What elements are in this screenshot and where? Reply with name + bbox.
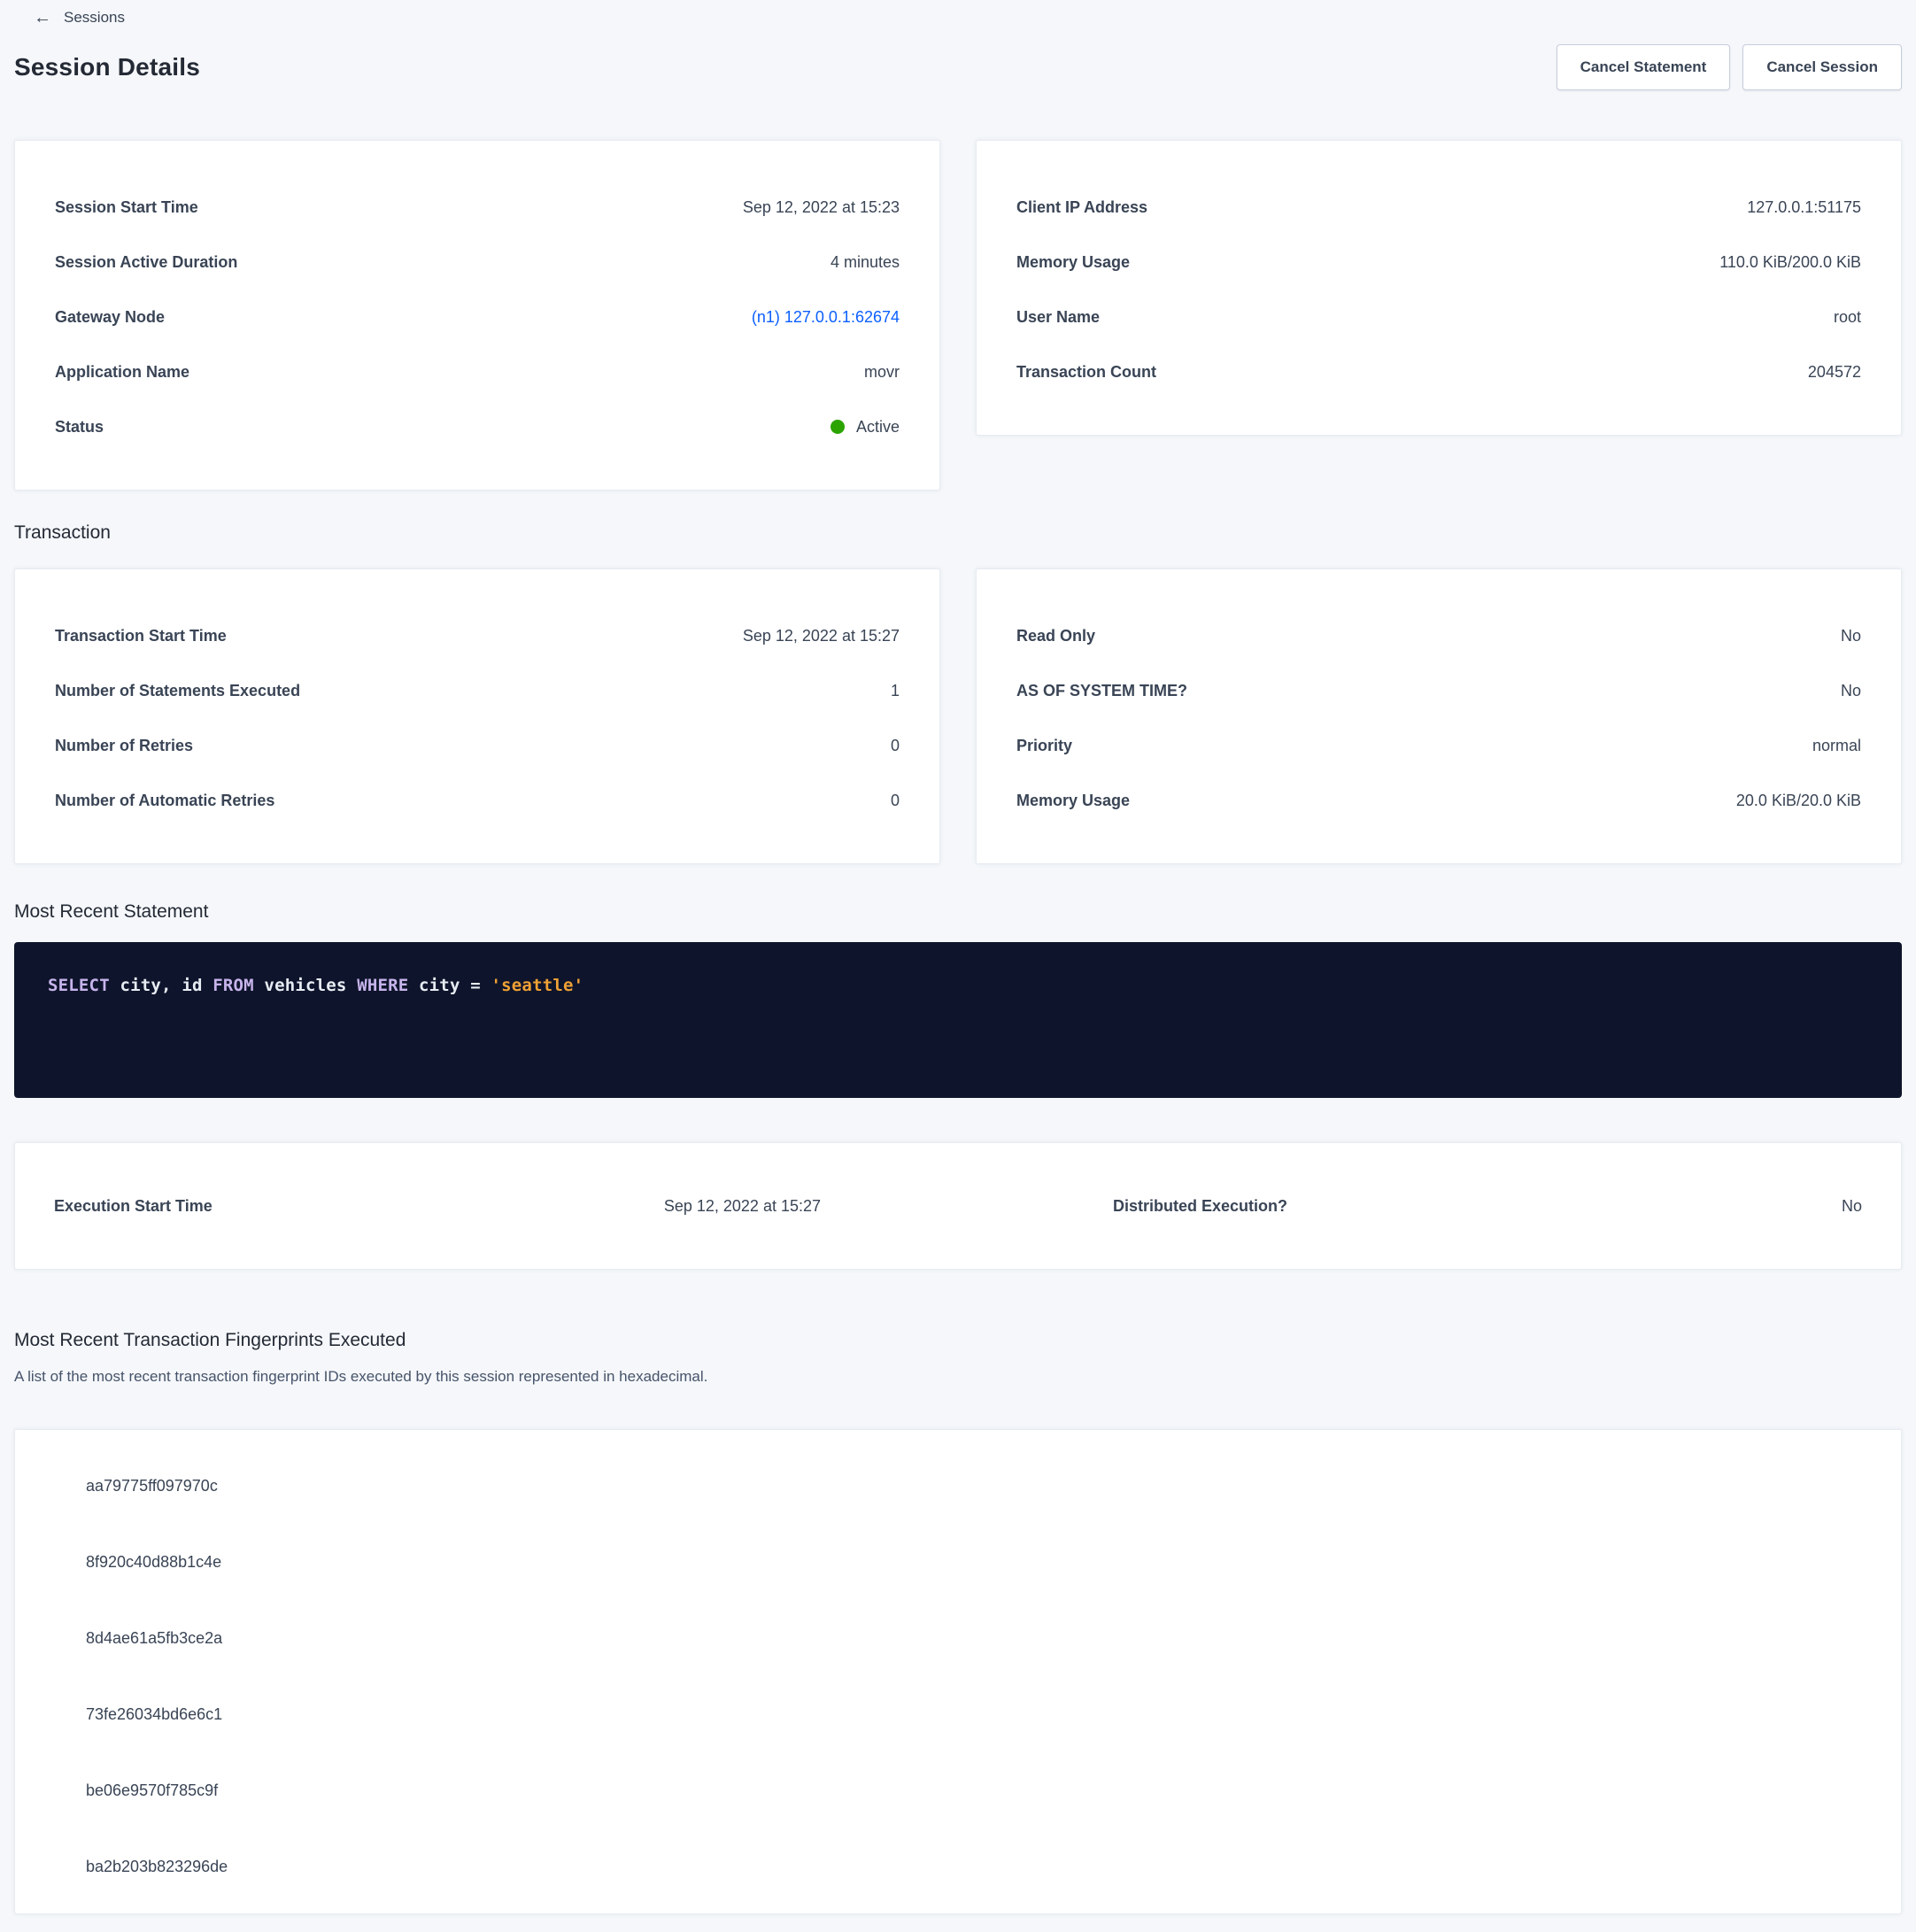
row-label: Client IP Address [1016,198,1147,217]
transaction-meta-card: Read Only No AS OF SYSTEM TIME? No Prior… [976,568,1902,864]
row-label: Session Start Time [55,198,198,217]
gateway-node-link[interactable]: (n1) 127.0.0.1:62674 [752,308,900,327]
page-title: Session Details [14,53,200,81]
table-row: AS OF SYSTEM TIME? No [1016,663,1861,718]
sql-keyword: WHERE [357,976,408,995]
sql-statement-box: SELECT city, id FROM vehicles WHERE city… [14,942,1902,1098]
row-value: Sep 12, 2022 at 15:27 [743,627,900,645]
list-item: 8f920c40d88b1c4e [15,1524,1901,1600]
row-value: 204572 [1808,363,1861,382]
list-item: aa79775ff097970c [15,1448,1901,1524]
sql-string-literal: 'seattle' [491,976,584,995]
row-value: 1 [891,682,900,700]
row-value: No [1841,627,1861,645]
row-label: Gateway Node [55,308,165,327]
table-row: Application Name movr [55,344,900,399]
table-row: Status Active [55,399,900,454]
row-value: 127.0.0.1:51175 [1747,198,1861,217]
fingerprints-description: A list of the most recent transaction fi… [14,1367,1902,1387]
most-recent-statement-heading: Most Recent Statement [14,900,1902,924]
table-row: Number of Statements Executed 1 [55,663,900,718]
sql-text: city = [408,976,491,995]
row-label: Transaction Start Time [55,627,227,645]
table-row: Gateway Node (n1) 127.0.0.1:62674 [55,290,900,344]
row-value: root [1834,308,1861,327]
table-row: Number of Automatic Retries 0 [55,773,900,828]
sql-keyword: FROM [212,976,254,995]
row-value: 4 minutes [831,253,900,272]
row-value: 20.0 KiB/20.0 KiB [1736,792,1861,810]
session-meta-card: Client IP Address 127.0.0.1:51175 Memory… [976,140,1902,436]
row-value: No [1842,1197,1862,1216]
row-label: Number of Retries [55,737,193,755]
breadcrumb-back-sessions[interactable]: ← Sessions [34,7,125,28]
row-value: Sep 12, 2022 at 15:23 [743,198,900,217]
row-label: Read Only [1016,627,1095,645]
table-row: Session Start Time Sep 12, 2022 at 15:23 [55,180,900,235]
session-details-card: Session Start Time Sep 12, 2022 at 15:23… [14,140,940,491]
row-label: Priority [1016,737,1072,755]
table-row: Memory Usage 110.0 KiB/200.0 KiB [1016,235,1861,290]
row-value: normal [1812,737,1861,755]
header-actions: Cancel Statement Cancel Session [1557,44,1902,90]
table-row: Priority normal [1016,718,1861,773]
cancel-statement-button[interactable]: Cancel Statement [1557,44,1731,90]
sql-keyword: SELECT [48,976,110,995]
list-item: ba2b203b823296de [15,1828,1901,1905]
list-item: 73fe26034bd6e6c1 [15,1676,1901,1752]
table-row: Client IP Address 127.0.0.1:51175 [1016,180,1861,235]
table-row: Execution Start Time Sep 12, 2022 at 15:… [15,1197,958,1216]
transaction-section-heading: Transaction [14,521,1902,545]
table-row: Read Only No [1016,608,1861,663]
row-value: 0 [891,792,900,810]
table-row: User Name root [1016,290,1861,344]
sql-statement: SELECT city, id FROM vehicles WHERE city… [48,976,583,995]
transaction-details-card: Transaction Start Time Sep 12, 2022 at 1… [14,568,940,864]
row-label: AS OF SYSTEM TIME? [1016,682,1187,700]
status-active-dot-icon [831,420,845,434]
row-label: Number of Automatic Retries [55,792,274,810]
table-row: Distributed Execution? No [958,1197,1901,1216]
table-row: Memory Usage 20.0 KiB/20.0 KiB [1016,773,1861,828]
execution-summary-card: Execution Start Time Sep 12, 2022 at 15:… [14,1142,1902,1270]
row-value: Sep 12, 2022 at 15:27 [664,1197,821,1216]
table-row: Transaction Start Time Sep 12, 2022 at 1… [55,608,900,663]
back-arrow-icon: ← [34,9,51,27]
row-label: Status [55,418,104,437]
fingerprints-list-card: aa79775ff097970c 8f920c40d88b1c4e 8d4ae6… [14,1429,1902,1914]
row-value: movr [864,363,900,382]
session-summary-section: Session Start Time Sep 12, 2022 at 15:23… [14,140,1902,491]
fingerprints-section-heading: Most Recent Transaction Fingerprints Exe… [14,1328,1902,1353]
sql-text: vehicles [254,976,357,995]
row-label: Execution Start Time [54,1197,212,1216]
row-value: No [1841,682,1861,700]
row-label: Application Name [55,363,189,382]
row-label: Number of Statements Executed [55,682,300,700]
row-label: Memory Usage [1016,253,1130,272]
table-row: Session Active Duration 4 minutes [55,235,900,290]
row-value: 0 [891,737,900,755]
table-row: Number of Retries 0 [55,718,900,773]
row-label: Session Active Duration [55,253,237,272]
status-text: Active [856,418,900,437]
transaction-section: Transaction Start Time Sep 12, 2022 at 1… [14,568,1902,864]
breadcrumb-label: Sessions [64,9,125,27]
cancel-session-button[interactable]: Cancel Session [1742,44,1902,90]
row-label: User Name [1016,308,1100,327]
row-label: Memory Usage [1016,792,1130,810]
table-row: Transaction Count 204572 [1016,344,1861,399]
sql-text: city, id [110,976,212,995]
row-value: 110.0 KiB/200.0 KiB [1719,253,1861,272]
list-item: 8d4ae61a5fb3ce2a [15,1600,1901,1676]
page-header: Session Details Cancel Statement Cancel … [14,43,1902,92]
row-label: Transaction Count [1016,363,1156,382]
status-badge: Active [831,418,900,437]
row-label: Distributed Execution? [1113,1197,1287,1216]
list-item: be06e9570f785c9f [15,1752,1901,1828]
